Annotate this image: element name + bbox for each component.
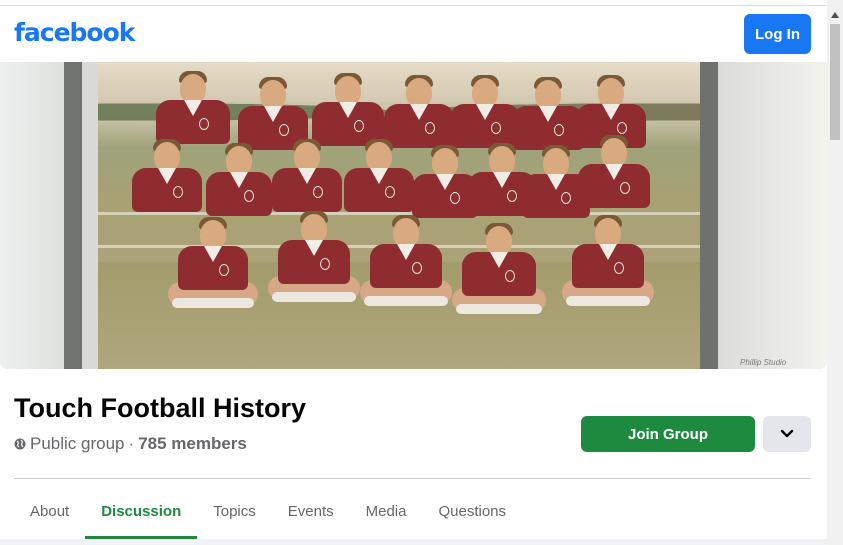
divider xyxy=(14,478,811,479)
member-count[interactable]: 785 members xyxy=(138,434,247,454)
player-figure xyxy=(360,215,452,306)
tab-topics[interactable]: Topics xyxy=(197,483,272,539)
player-figure xyxy=(268,211,360,302)
login-button[interactable]: Log In xyxy=(744,14,811,54)
frame-edge xyxy=(700,62,718,369)
photo-signature: Phillip Studio xyxy=(740,358,787,367)
team-photo xyxy=(98,62,700,369)
player-figure xyxy=(132,139,202,222)
group-name[interactable]: Touch Football History xyxy=(14,393,306,424)
top-bar: facebook Log In xyxy=(0,6,827,62)
player-figure xyxy=(272,139,342,222)
group-meta: Public group · 785 members xyxy=(14,434,247,454)
tab-discussion[interactable]: Discussion xyxy=(85,483,198,539)
join-group-button[interactable]: Join Group xyxy=(581,416,755,452)
frame-edge xyxy=(64,62,82,369)
privacy-label[interactable]: Public group xyxy=(30,434,125,454)
more-options-button[interactable] xyxy=(763,416,811,452)
player-figure xyxy=(452,223,546,314)
player-figure xyxy=(578,135,650,218)
tab-questions[interactable]: Questions xyxy=(422,483,522,539)
tab-media[interactable]: Media xyxy=(350,483,423,539)
globe-icon xyxy=(14,438,26,450)
content-gap xyxy=(0,539,827,545)
cover-photo[interactable]: Phillip Studio xyxy=(0,62,827,369)
group-tabs: About Discussion Topics Events Media Que… xyxy=(14,483,522,539)
tab-events[interactable]: Events xyxy=(272,483,350,539)
meta-separator: · xyxy=(128,434,135,453)
chevron-down-icon xyxy=(780,429,794,438)
wall xyxy=(718,62,827,369)
page: facebook Log In Phillip Studio Touch Foo… xyxy=(0,0,843,545)
wall xyxy=(0,62,66,369)
player-figure xyxy=(344,139,414,222)
arrow-up-icon[interactable] xyxy=(831,12,839,18)
scrollbar-thumb[interactable] xyxy=(830,24,840,140)
tab-about[interactable]: About xyxy=(14,483,85,539)
frame-edge xyxy=(82,62,98,369)
player-figure xyxy=(206,143,272,226)
player-figure xyxy=(562,215,654,306)
player-figure xyxy=(168,217,258,308)
facebook-logo[interactable]: facebook xyxy=(14,18,135,47)
scrollbar[interactable] xyxy=(827,0,843,545)
